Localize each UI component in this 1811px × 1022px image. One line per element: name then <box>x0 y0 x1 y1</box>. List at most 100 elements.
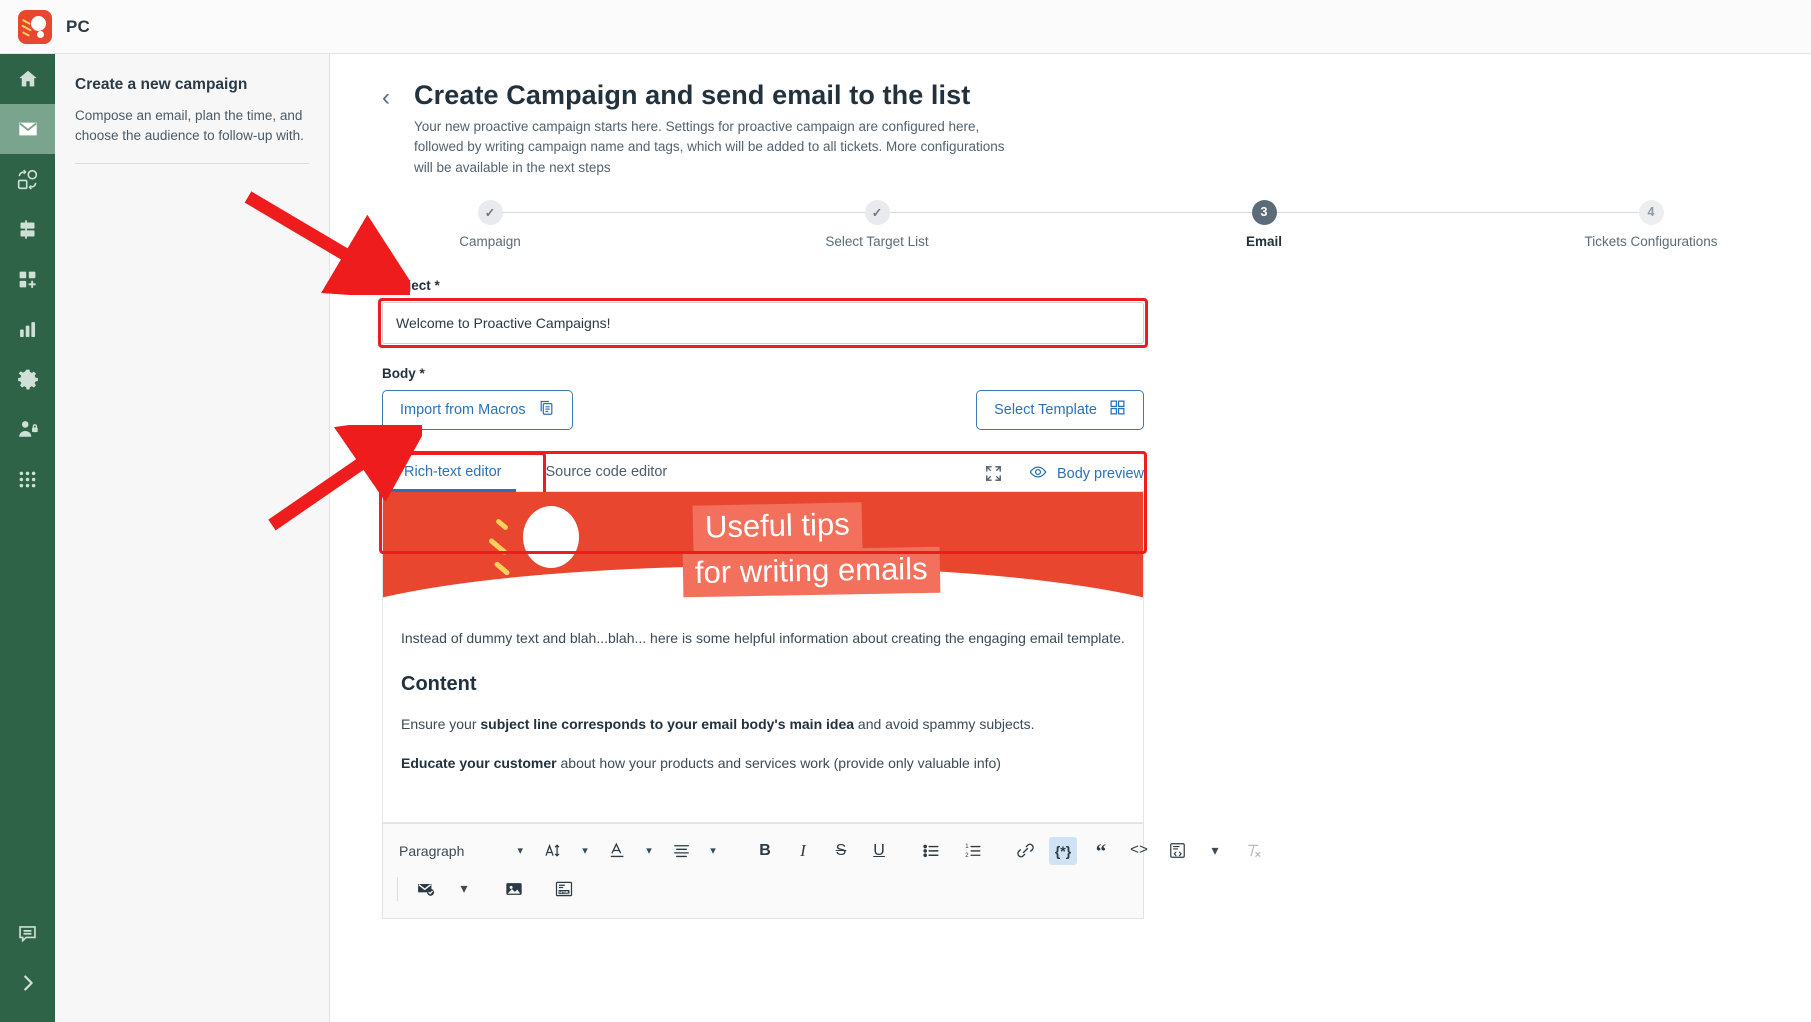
select-template-button[interactable]: Select Template <box>976 389 1144 430</box>
editor-toolbar: Paragraph ▾ ▾ ▾ ▾ B I S U 1 2 {*} “ <> ▾… <box>379 450 1260 919</box>
sidebar-item-add-app[interactable] <box>0 254 55 304</box>
font-color-button[interactable] <box>603 837 631 865</box>
underline-button[interactable]: U <box>865 837 893 865</box>
para1-suffix: and avoid spammy subjects. <box>854 715 1035 732</box>
tab-rich-text-editor[interactable]: Rich-text editor <box>382 454 524 492</box>
strikethrough-icon: S <box>835 841 847 859</box>
bold-button[interactable]: B <box>751 837 779 865</box>
paragraph-style-select[interactable]: Paragraph ▾ <box>397 837 527 865</box>
grid-plus-icon <box>17 269 38 290</box>
side-panel-description: Compose an email, plan the time, and cho… <box>75 108 304 143</box>
editor-tabbar: Rich-text editor Source code editor Body… <box>380 451 1144 503</box>
svg-text:1: 1 <box>965 844 968 850</box>
sidebar-item-home[interactable] <box>0 54 55 104</box>
mail-icon <box>17 118 39 140</box>
email-content-heading: Content <box>401 672 477 695</box>
chevron-down-icon: ▾ <box>1211 842 1219 859</box>
blockquote-icon: “ <box>1095 838 1107 863</box>
fullscreen-icon[interactable] <box>984 464 1003 483</box>
chevron-down-icon: ▾ <box>646 845 652 858</box>
font-color-chevron-button[interactable]: ▾ <box>635 837 663 865</box>
font-size-button[interactable] <box>539 837 567 865</box>
banner-line-2: for writing emails <box>682 546 940 597</box>
chevron-down-icon: ▾ <box>582 845 588 858</box>
para2-suffix: about how your products and services wor… <box>556 754 1001 771</box>
insert-image-button[interactable] <box>500 875 528 903</box>
step-badge: ✓ <box>477 199 503 225</box>
bar-chart-icon <box>17 319 38 340</box>
page-subtitle: Your new proactive campaign starts here.… <box>414 119 1005 175</box>
para1-prefix: Ensure your <box>401 715 481 732</box>
campaign-email-form: Subject * Body * Import from Macros <box>330 278 1811 919</box>
sidebar-item-mail[interactable] <box>0 104 55 154</box>
step-badge: 3 <box>1251 199 1277 225</box>
insert-link-button[interactable] <box>1011 837 1039 865</box>
toolbar-row-2: ▾ HTML <box>383 870 1143 908</box>
toolbar-row-1: Paragraph ▾ ▾ ▾ ▾ B I S U 1 2 {*} “ <> ▾ <box>383 832 1260 870</box>
blockquote-button[interactable]: “ <box>1087 837 1115 865</box>
tab-label: Rich-text editor <box>404 463 502 480</box>
tab-source-code-editor[interactable]: Source code editor <box>524 454 690 491</box>
top-bar: PC <box>0 0 1811 54</box>
inline-code-button[interactable]: <> <box>1125 837 1153 865</box>
step-label: Email <box>1245 233 1283 249</box>
import-macros-label: Import from Macros <box>400 401 526 418</box>
paragraph-style-label: Paragraph <box>399 842 465 859</box>
side-panel-title: Create a new campaign <box>75 76 248 93</box>
email-paragraph-1: Ensure your subject line corresponds to … <box>401 714 1125 735</box>
page-title: Create Campaign and send email to the li… <box>414 80 971 110</box>
email-intro-paragraph: Instead of dummy text and blah...blah...… <box>401 629 1125 646</box>
italic-icon: I <box>800 840 806 860</box>
embed-html-button[interactable] <box>1163 837 1191 865</box>
back-button[interactable]: ‹ <box>382 86 390 110</box>
step-label: Campaign <box>459 233 521 249</box>
text-align-chevron-button[interactable]: ▾ <box>699 837 727 865</box>
tab-label: Source code editor <box>545 463 668 480</box>
email-document: Instead of dummy text and blah...blah...… <box>383 602 1143 774</box>
subject-label: Subject * <box>382 277 440 293</box>
email-body-canvas[interactable]: Useful tips for writing emails Instead o… <box>382 491 1144 823</box>
sidebar-expand-toggle[interactable] <box>0 958 55 1008</box>
step-connector <box>877 211 1264 213</box>
import-from-macros-button[interactable]: Import from Macros <box>382 389 573 430</box>
text-align-button[interactable] <box>667 837 695 865</box>
insert-html-button[interactable]: HTML <box>550 875 578 903</box>
email-banner-image: Useful tips for writing emails <box>383 491 1143 602</box>
para1-bold: subject line corresponds to your email b… <box>480 715 855 732</box>
sidebar-item-database[interactable] <box>0 204 55 254</box>
step-connector <box>1264 211 1651 213</box>
chevron-down-icon: ▾ <box>710 845 716 858</box>
proactive-campaigns-logo-icon <box>18 9 52 44</box>
sidebar-item-reports[interactable] <box>0 304 55 354</box>
side-panel-divider <box>75 163 309 165</box>
insert-signature-button[interactable] <box>412 875 440 903</box>
signature-chevron-button[interactable]: ▾ <box>450 875 478 903</box>
numbered-list-button[interactable]: 1 2 <box>959 837 987 865</box>
italic-button[interactable]: I <box>789 837 817 865</box>
eye-icon <box>1029 463 1047 485</box>
strikethrough-button[interactable]: S <box>827 837 855 865</box>
app-root: PC Create a new campaign Compose an emai… <box>0 0 1811 1022</box>
chevron-down-icon: ▾ <box>460 880 468 897</box>
sidebar-item-settings[interactable] <box>0 354 55 404</box>
bullet-list-button[interactable] <box>917 837 945 865</box>
insert-placeholder-button[interactable]: {*} <box>1049 836 1077 865</box>
banner-line-1: Useful tips <box>692 501 863 552</box>
sidebar-item-user-access[interactable] <box>0 404 55 454</box>
chevron-down-icon: ▾ <box>517 845 523 858</box>
campaign-side-panel: Create a new campaign Compose an email, … <box>55 54 330 1022</box>
user-lock-icon <box>17 418 39 440</box>
step-badge: ✓ <box>864 199 890 225</box>
subject-input[interactable] <box>382 301 1144 344</box>
main-content: ‹ Create Campaign and send email to the … <box>330 54 1811 1022</box>
sidebar-item-automation[interactable] <box>0 154 55 204</box>
font-size-chevron-button[interactable]: ▾ <box>571 837 599 865</box>
dots-grid-icon <box>17 469 38 490</box>
clear-formatting-button[interactable] <box>1239 837 1267 865</box>
subject-field-wrapper <box>378 297 1148 348</box>
grid-squares-icon <box>1109 399 1126 420</box>
sidebar-item-feedback[interactable] <box>0 908 55 958</box>
body-preview-button[interactable]: Body preview <box>1029 463 1144 485</box>
sidebar-item-apps[interactable] <box>0 454 55 504</box>
more-options-button[interactable]: ▾ <box>1201 837 1229 865</box>
